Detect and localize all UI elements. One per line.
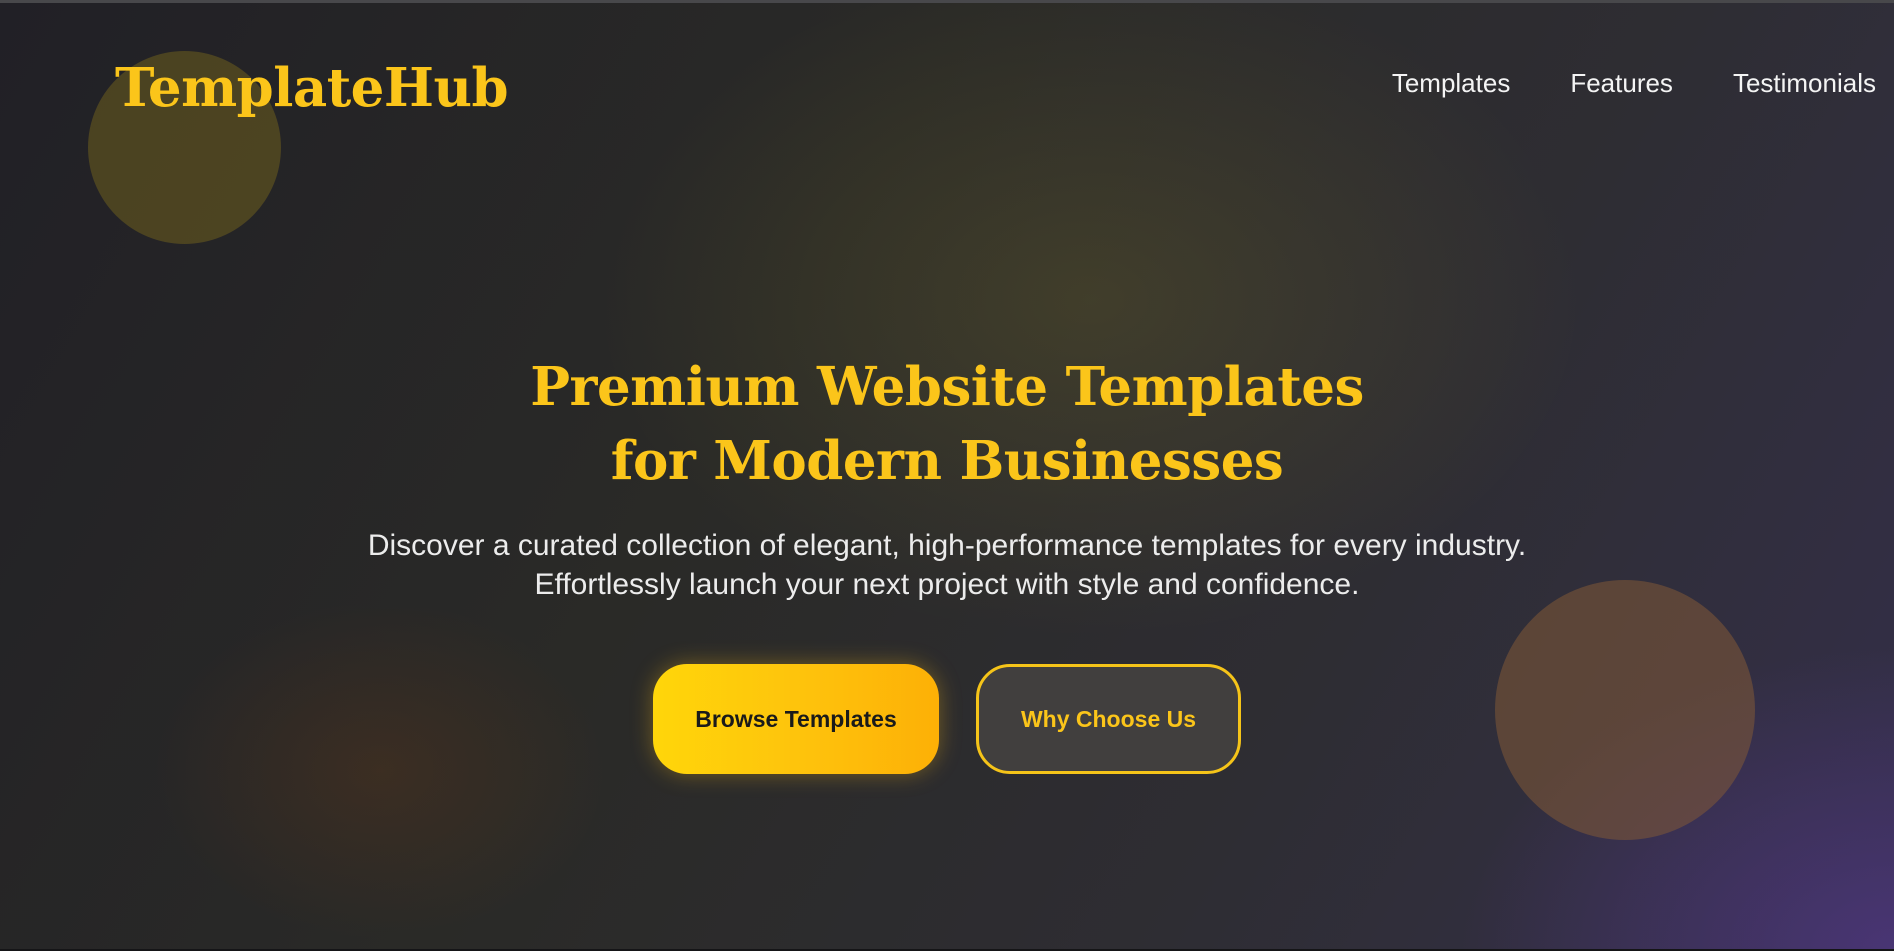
nav-links: Templates Features Testimonials bbox=[1392, 66, 1876, 100]
hero-subtitle-line-2: Effortlessly launch your next project wi… bbox=[534, 568, 1360, 601]
hero-title: Premium Website Templates for Modern Bus… bbox=[0, 350, 1894, 498]
nav-link-features[interactable]: Features bbox=[1570, 66, 1673, 100]
navbar: TemplateHub Templates Features Testimoni… bbox=[0, 0, 1894, 170]
nav-link-templates[interactable]: Templates bbox=[1392, 66, 1511, 100]
landing-page: TemplateHub Templates Features Testimoni… bbox=[0, 0, 1894, 951]
hero-subtitle: Discover a curated collection of elegant… bbox=[0, 526, 1894, 604]
hero-title-line-1: Premium Website Templates bbox=[530, 356, 1364, 418]
why-choose-us-button[interactable]: Why Choose Us bbox=[976, 664, 1241, 774]
cta-row: Browse Templates Why Choose Us bbox=[0, 664, 1894, 774]
browse-templates-button[interactable]: Browse Templates bbox=[653, 664, 939, 774]
hero-subtitle-line-1: Discover a curated collection of elegant… bbox=[367, 529, 1527, 562]
nav-link-testimonials[interactable]: Testimonials bbox=[1733, 66, 1876, 100]
hero-title-line-2: for Modern Businesses bbox=[610, 430, 1284, 492]
hero-section: Premium Website Templates for Modern Bus… bbox=[0, 350, 1894, 774]
brand-logo[interactable]: TemplateHub bbox=[115, 56, 509, 120]
